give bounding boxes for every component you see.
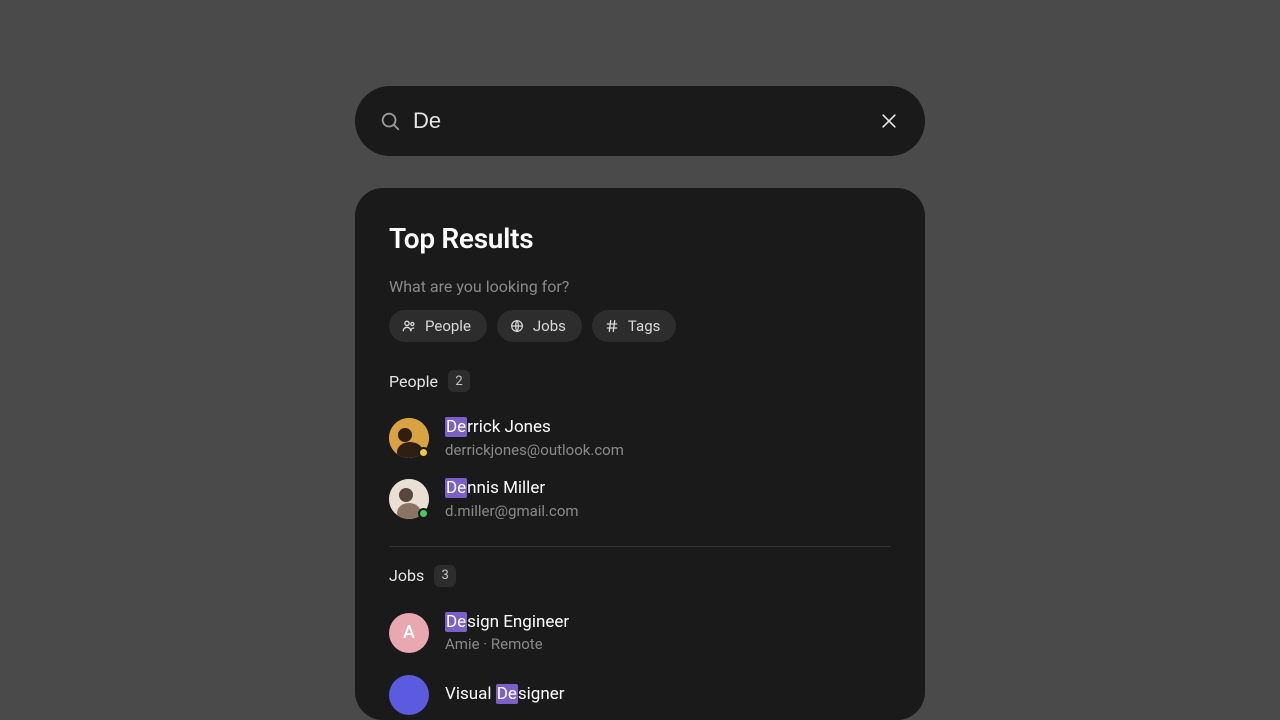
filter-chip-people[interactable]: People <box>389 310 487 342</box>
result-row-person[interactable]: Dennis Miller d.miller@gmail.com <box>389 469 891 530</box>
result-title: Design Engineer <box>445 611 569 635</box>
search-bar <box>355 86 925 156</box>
people-icon <box>401 318 417 334</box>
filter-chip-row: People Jobs Tags <box>389 310 891 342</box>
count-badge: 2 <box>448 370 470 392</box>
clear-search-button[interactable] <box>877 109 901 133</box>
result-subtitle: d.miller@gmail.com <box>445 501 579 522</box>
chip-label: Tags <box>628 317 660 335</box>
filter-chip-tags[interactable]: Tags <box>592 310 676 342</box>
result-row-person[interactable]: Derrick Jones derrickjones@outlook.com <box>389 408 891 469</box>
avatar-letter: A <box>389 613 429 653</box>
globe-icon <box>509 318 525 334</box>
filter-prompt: What are you looking for? <box>389 277 891 296</box>
avatar-letter <box>389 675 429 715</box>
filter-chip-jobs[interactable]: Jobs <box>497 310 582 342</box>
panel-title: Top Results <box>389 222 891 255</box>
result-title: Visual Designer <box>445 683 565 707</box>
result-row-job[interactable]: A Design Engineer Amie · Remote <box>389 603 891 664</box>
section-label: Jobs <box>389 566 424 585</box>
avatar <box>389 675 429 715</box>
result-title: Dennis Miller <box>445 477 579 501</box>
divider <box>389 546 891 547</box>
result-row-job[interactable]: Visual Designer <box>389 667 891 720</box>
hash-icon <box>604 318 620 334</box>
avatar: A <box>389 613 429 653</box>
result-subtitle: derrickjones@outlook.com <box>445 440 624 461</box>
result-title: Derrick Jones <box>445 416 624 440</box>
avatar <box>389 479 429 519</box>
section-header-jobs: Jobs 3 <box>389 565 891 587</box>
chip-label: People <box>425 317 471 335</box>
section-label: People <box>389 372 438 391</box>
chip-label: Jobs <box>533 317 566 335</box>
section-header-people: People 2 <box>389 370 891 392</box>
results-panel: Top Results What are you looking for? Pe… <box>355 188 925 720</box>
search-icon <box>379 110 401 132</box>
avatar <box>389 418 429 458</box>
result-subtitle: Amie · Remote <box>445 634 569 655</box>
count-badge: 3 <box>434 565 456 587</box>
search-input[interactable] <box>413 108 877 134</box>
